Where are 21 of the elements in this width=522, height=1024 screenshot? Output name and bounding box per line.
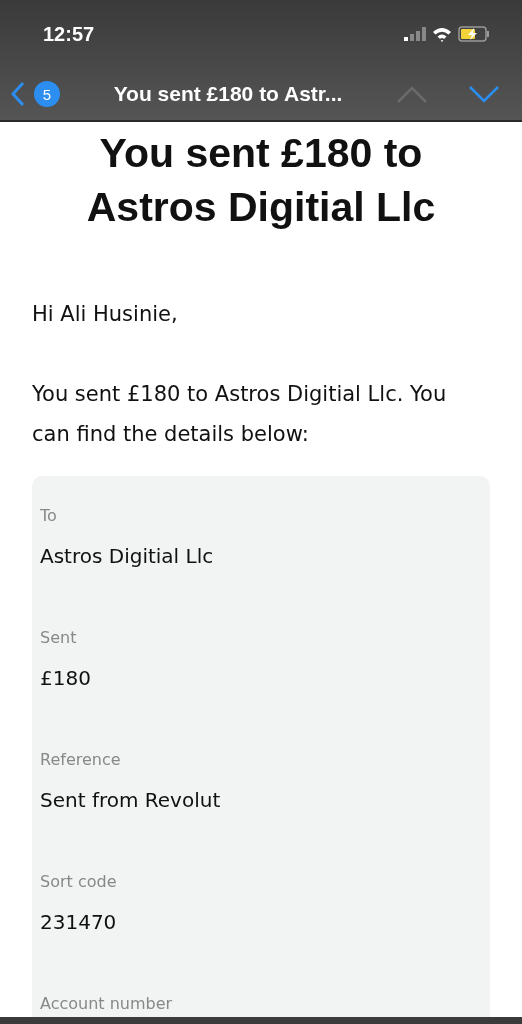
previous-email-icon[interactable] xyxy=(396,84,428,104)
intro-text: You sent £180 to Astros Digitial Llc. You can find the details below: xyxy=(32,381,448,448)
detail-label: Sort code xyxy=(40,871,118,893)
signal-icon xyxy=(404,27,426,41)
detail-label: Sent xyxy=(40,627,78,649)
unread-count-badge: 5 xyxy=(34,81,60,107)
battery-charging-icon xyxy=(458,26,490,42)
back-icon[interactable] xyxy=(10,81,26,107)
next-email-icon[interactable] xyxy=(468,84,500,104)
detail-label: To xyxy=(40,505,58,527)
wifi-icon xyxy=(432,26,452,42)
detail-value: £180 xyxy=(40,665,92,692)
email-heading: You sent £180 to Astros Digitial Llc xyxy=(85,129,437,232)
email-subject-title: You sent £180 to Astr... xyxy=(112,82,344,106)
detail-label: Account number xyxy=(40,993,174,1015)
detail-value: 231470 xyxy=(40,909,118,936)
detail-value: Sent from Revolut xyxy=(40,787,222,814)
detail-value: Astros Digitial Llc xyxy=(40,543,215,570)
clock-time: 12:57 xyxy=(43,22,95,46)
greeting-text: Hi Ali Husinie, xyxy=(32,301,179,328)
detail-label: Reference xyxy=(40,749,122,771)
